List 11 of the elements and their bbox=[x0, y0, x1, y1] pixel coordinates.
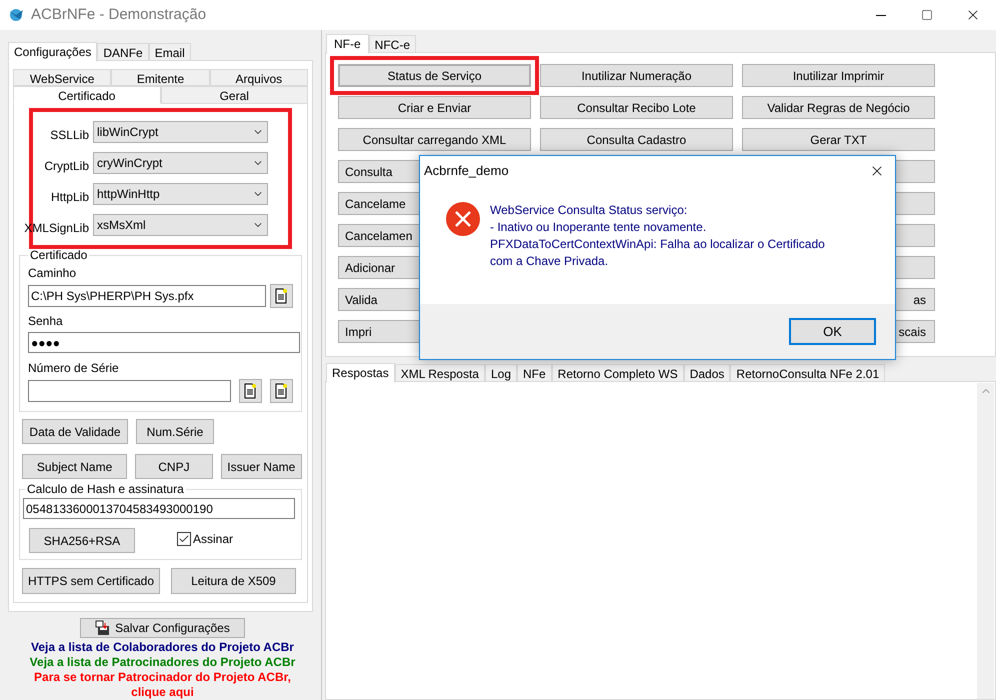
window-title: ACBrNFe - Demonstração bbox=[31, 4, 206, 25]
field-label: SSLLib bbox=[49, 127, 90, 144]
field-label: CryptLib bbox=[43, 158, 90, 175]
group-legend: Calculo de Hash e assinatura bbox=[25, 483, 186, 496]
field-label: Número de Série bbox=[28, 360, 120, 377]
error-message: WebService Consulta Status serviço: - Inativo ou Inoperante tente novamente. PFXDataToCertContextWinApi: Falha ao localizar o Certificado com a Chave Privada. bbox=[490, 202, 825, 270]
field-label: Caminho bbox=[28, 265, 78, 282]
dialog-title: Acbrnfe_demo bbox=[424, 162, 509, 180]
field-label: HttpLib bbox=[50, 189, 90, 206]
group-legend: Certificado bbox=[28, 249, 90, 262]
field-label: Senha bbox=[28, 313, 64, 330]
